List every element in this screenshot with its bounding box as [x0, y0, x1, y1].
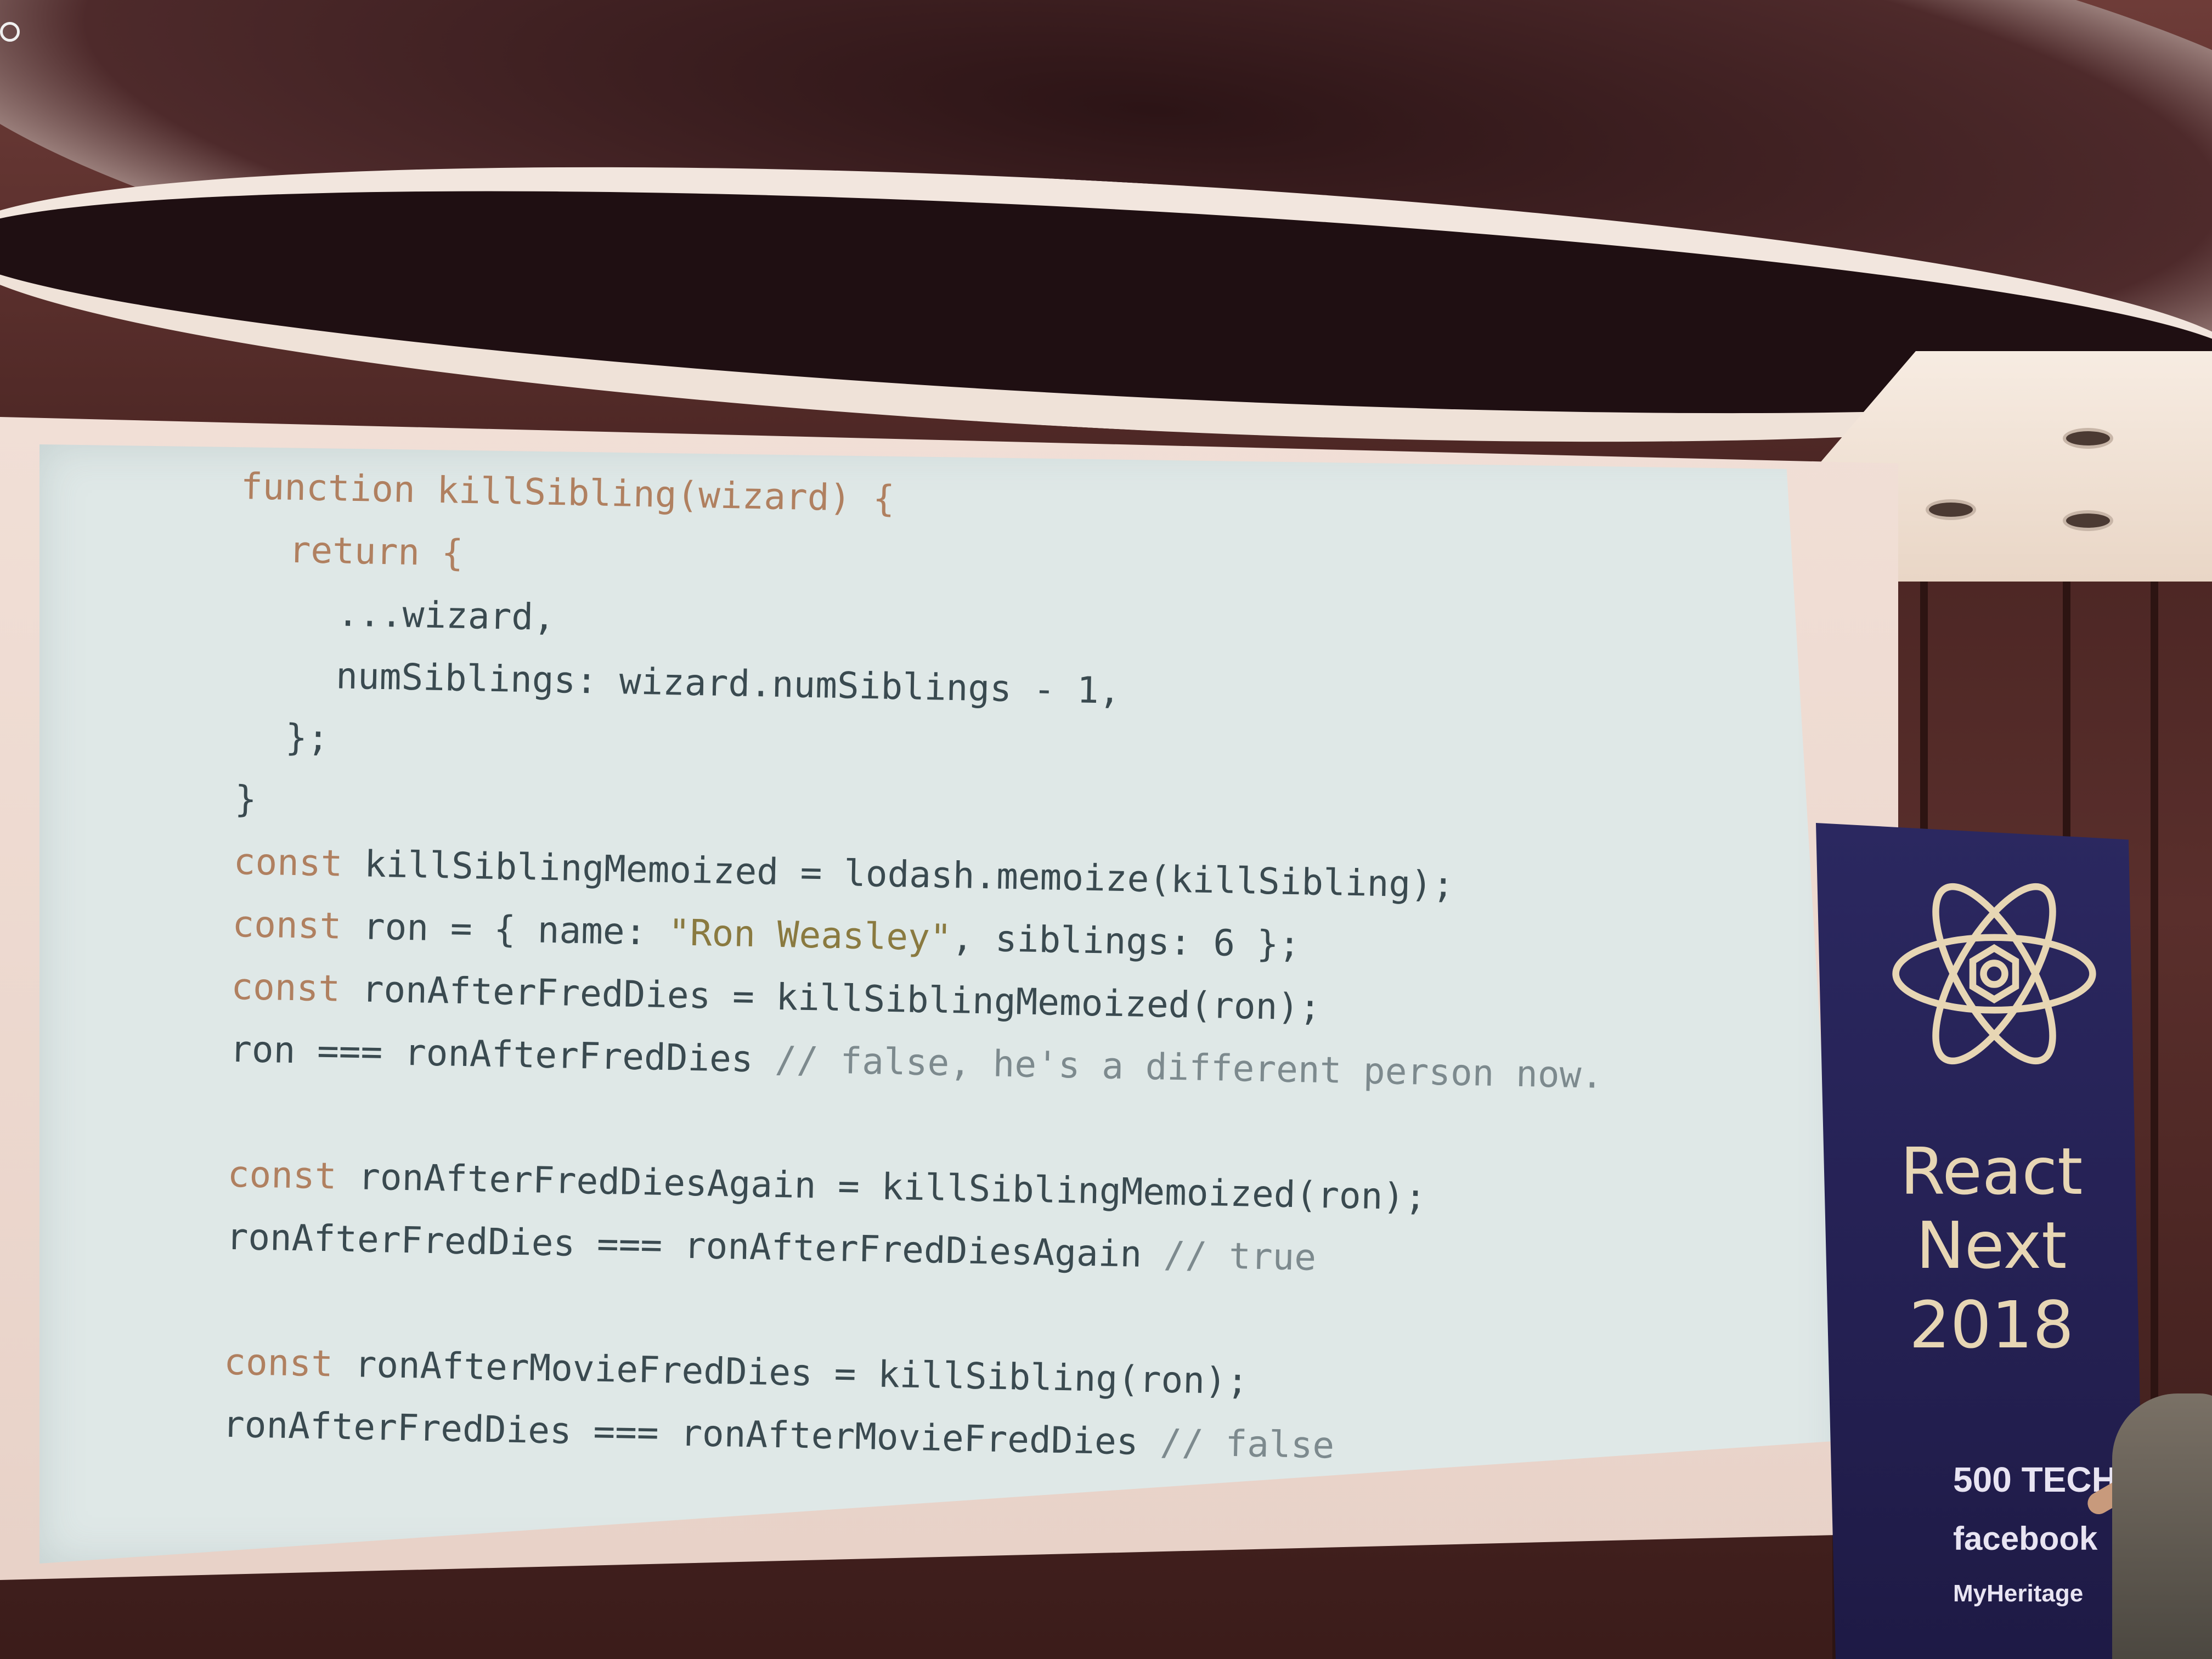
- speaker-person: [2112, 1393, 2212, 1659]
- code-token: }: [234, 777, 257, 821]
- code-token: "Ron Weasley": [668, 911, 952, 960]
- code-token: ronAfterFredDiesAgain = killSiblingMemoi…: [336, 1155, 1427, 1218]
- code-token: ron = { name:: [341, 905, 669, 954]
- code-token: const: [223, 1340, 334, 1385]
- code-token: ronAfterFredDies === ronAfterMovieFredDi…: [222, 1403, 1161, 1464]
- code-token: const: [233, 840, 343, 885]
- banner-title-react: React: [1900, 1133, 2083, 1209]
- ceiling-spot-light: [2063, 510, 2113, 531]
- code-token: // true: [1163, 1233, 1317, 1279]
- code-token: // false, he's a different person now.: [774, 1038, 1604, 1097]
- sponsor-facebook: facebook: [1953, 1520, 2098, 1557]
- code-token: ronAfterFredDies === ronAfterFredDiesAga…: [225, 1215, 1164, 1276]
- code-token: ronAfterMovieFredDies = killSibling(ron)…: [332, 1342, 1249, 1403]
- banner-year: 2018: [1909, 1287, 2074, 1363]
- code-token: numSiblings: wizard.numSiblings - 1,: [335, 654, 1121, 712]
- code-token: const: [230, 965, 341, 1010]
- banner-title-next: Next: [1916, 1207, 2067, 1283]
- slide-code-block: function killSibling(wizard) { return {..…: [222, 455, 1615, 1482]
- ceiling-spot-light: [2063, 428, 2113, 449]
- code-token: killSiblingMemoized = lodash.memoize(kil…: [342, 842, 1455, 906]
- code-token: // false: [1159, 1421, 1335, 1467]
- sponsor-myheritage: MyHeritage: [1953, 1580, 2084, 1607]
- code-token: ...wizard,: [336, 592, 556, 639]
- code-token: return {: [288, 528, 464, 574]
- react-atom-icon: [1892, 883, 2096, 1065]
- ceiling-spot-light: [1926, 499, 1976, 520]
- code-token: ron === ronAfterFredDies: [229, 1028, 776, 1081]
- code-token: function killSibling(wizard) {: [240, 465, 895, 520]
- camera-indicator-icon: [0, 22, 20, 42]
- code-token: const: [227, 1153, 337, 1198]
- code-token: const: [232, 902, 342, 947]
- conference-photo: function killSibling(wizard) { return {..…: [0, 0, 2212, 1659]
- code-token: };: [285, 716, 330, 760]
- code-token: ronAfterFredDies = killSiblingMemoized(r…: [340, 967, 1322, 1029]
- code-token: , siblings: 6 };: [951, 917, 1301, 966]
